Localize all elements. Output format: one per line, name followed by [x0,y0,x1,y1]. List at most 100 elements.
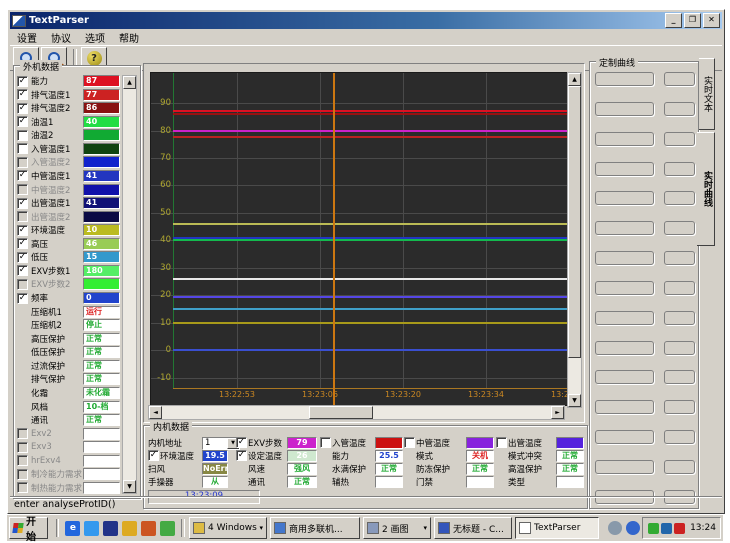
checkbox[interactable]: ✓ [148,450,159,461]
checkbox[interactable] [17,211,28,222]
ie-icon[interactable]: e [65,521,80,536]
checkbox[interactable]: ✓ [17,116,28,127]
chart-scroll-right-icon[interactable]: ► [551,406,564,419]
curve-value-field[interactable] [664,102,695,116]
curve-value-field[interactable] [664,191,695,205]
curve-name-field[interactable] [595,400,654,414]
trend-chart[interactable]: 9080706050403020100-1013:22:5313:23:0613… [150,72,571,406]
curve-value-field[interactable] [664,370,695,384]
media-icon[interactable] [160,521,175,536]
chart-vscroll-thumb[interactable] [568,86,581,358]
curve-name-field[interactable] [595,191,654,205]
hand-icon[interactable] [608,521,622,535]
curve-value-field[interactable] [664,341,695,355]
checkbox[interactable]: ✓ [17,225,28,236]
curve-value-field[interactable] [664,72,695,86]
mail-icon[interactable] [122,521,137,536]
checkbox[interactable] [320,437,331,448]
chart-scroll-left-icon[interactable]: ◄ [149,406,162,419]
value-badge: 40 [83,116,120,128]
curve-name-field[interactable] [595,221,654,235]
curve-name-field[interactable] [595,430,654,444]
scroll-up-icon[interactable]: ▲ [123,76,136,89]
taskbar-button-2[interactable]: 商用多联机... [270,517,360,539]
checkbox[interactable]: ✓ [17,293,28,304]
chart-hscroll-thumb[interactable] [309,406,373,419]
messenger-icon[interactable] [103,521,118,536]
chart-vertical-scrollbar[interactable]: ▲ ▼ [567,72,582,408]
checkbox[interactable] [404,437,415,448]
checkbox[interactable] [17,428,28,439]
checkbox[interactable]: ✓ [17,198,28,209]
chart-horizontal-scrollbar[interactable]: ◄ ► [148,405,565,420]
checkbox[interactable] [17,482,28,493]
curve-name-field[interactable] [595,162,654,176]
curve-name-field[interactable] [595,251,654,265]
checkbox[interactable] [17,143,28,154]
menu-item-2[interactable]: 协议 [44,29,78,46]
curve-value-field[interactable] [664,460,695,474]
curve-name-field[interactable] [595,341,654,355]
curve-value-field[interactable] [664,251,695,265]
monitor-icon[interactable] [661,523,672,534]
u-ball-icon[interactable] [626,521,640,535]
menu-item-4[interactable]: 帮助 [112,29,146,46]
tab-实时曲线[interactable]: 实时曲线 [697,132,715,246]
checkbox[interactable]: ✓ [17,76,28,87]
checkbox[interactable]: ✓ [236,450,247,461]
curve-value-field[interactable] [664,132,695,146]
antivirus-icon[interactable] [674,523,685,534]
chart-scroll-down-icon[interactable]: ▼ [568,394,581,407]
checkbox[interactable]: ✓ [17,170,28,181]
curve-name-field[interactable] [595,460,654,474]
checkbox[interactable] [17,157,28,168]
title-bar[interactable]: TextParser _ ❐ ✕ [10,12,722,29]
network-icon[interactable] [648,523,659,534]
checkbox[interactable]: ✓ [17,89,28,100]
lock-icon[interactable] [141,521,156,536]
taskbar-button-4[interactable]: 无标题 - C... [434,517,512,539]
scroll-down-icon[interactable]: ▼ [123,480,136,493]
checkbox[interactable]: ✓ [236,437,247,448]
time-cursor[interactable] [333,73,335,405]
taskbar-button-5[interactable]: TextParser [515,517,599,539]
checkbox[interactable] [17,469,28,480]
indoor-value-badge: 强风 [287,463,317,475]
curve-value-field[interactable] [664,162,695,176]
globe-icon[interactable] [84,521,99,536]
start-button[interactable]: 开始 [9,517,48,539]
menu-item-1[interactable]: 设置 [10,29,44,46]
curve-value-field[interactable] [664,400,695,414]
checkbox[interactable] [496,437,507,448]
checkbox[interactable]: ✓ [17,265,28,276]
checkbox[interactable] [17,442,28,453]
curve-value-field[interactable] [664,311,695,325]
checkbox[interactable]: ✓ [17,252,28,263]
minimize-button[interactable]: _ [665,13,682,28]
curve-name-field[interactable] [595,370,654,384]
close-button[interactable]: ✕ [703,13,720,28]
curve-name-field[interactable] [595,311,654,325]
checkbox[interactable]: ✓ [17,103,28,114]
curve-name-field[interactable] [595,102,654,116]
restore-button[interactable]: ❐ [684,13,701,28]
checkbox[interactable] [17,184,28,195]
taskbar-button-3[interactable]: 2 画图▾ [363,517,431,539]
curve-name-field[interactable] [595,132,654,146]
chart-scroll-up-icon[interactable]: ▲ [568,73,581,86]
sidebar-scrollbar[interactable]: ▲ ▼ [122,75,137,494]
taskbar-button-1[interactable]: 4 Windows ...▾ [189,517,267,539]
curve-value-field[interactable] [664,430,695,444]
tab-实时文本[interactable]: 实时文本 [699,58,715,130]
curve-name-field[interactable] [595,281,654,295]
curve-value-field[interactable] [664,221,695,235]
value-badge: 86 [83,102,120,114]
menu-item-3[interactable]: 选项 [78,29,112,46]
checkbox[interactable] [17,279,28,290]
checkbox[interactable] [17,130,28,141]
checkbox[interactable] [17,455,28,466]
curve-name-field[interactable] [595,72,654,86]
indoor-address-select[interactable]: 1 ▼ [202,437,240,450]
checkbox[interactable]: ✓ [17,238,28,249]
curve-value-field[interactable] [664,281,695,295]
